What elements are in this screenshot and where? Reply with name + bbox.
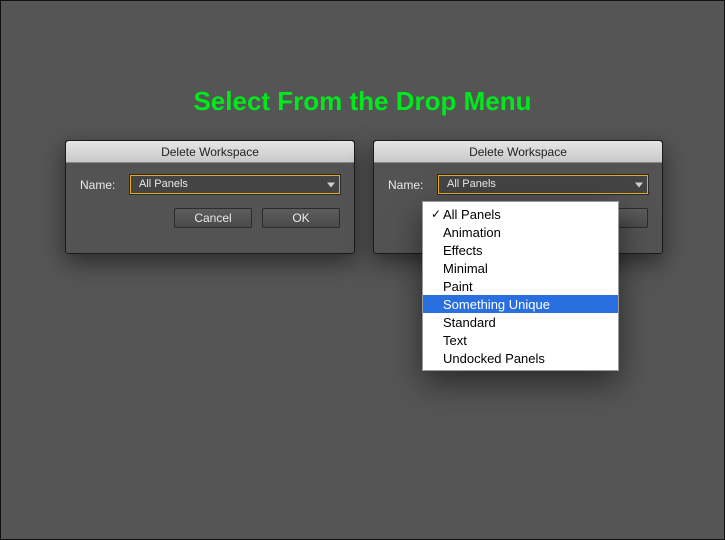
- dialog-title: Delete Workspace: [66, 141, 354, 163]
- dialog-buttons: Cancel OK: [80, 208, 340, 228]
- dropdown-item-label: Undocked Panels: [443, 351, 608, 366]
- dropdown-item[interactable]: Effects: [423, 241, 618, 259]
- dropdown-item-label: Effects: [443, 243, 608, 258]
- workspace-select-value: All Panels: [447, 178, 496, 190]
- page-heading: Select From the Drop Menu: [1, 86, 724, 117]
- dropdown-item[interactable]: Text: [423, 331, 618, 349]
- name-row: Name: All Panels: [388, 175, 648, 194]
- name-label: Name:: [388, 178, 426, 192]
- dropdown-item[interactable]: Undocked Panels: [423, 349, 618, 367]
- workspace-dropdown[interactable]: ✓All Panels Animation Effects Minimal Paint S…: [422, 201, 619, 371]
- dropdown-item[interactable]: Minimal: [423, 259, 618, 277]
- dropdown-item[interactable]: Paint: [423, 277, 618, 295]
- dropdown-item-label: Paint: [443, 279, 608, 294]
- ok-button[interactable]: OK: [262, 208, 340, 228]
- dropdown-item-label: Animation: [443, 225, 608, 240]
- dialog-body: Name: All Panels Cancel OK: [66, 163, 354, 238]
- cancel-button[interactable]: Cancel: [174, 208, 252, 228]
- dropdown-item-label: All Panels: [443, 207, 608, 222]
- name-label: Name:: [80, 178, 118, 192]
- checkmark-icon: ✓: [429, 207, 443, 221]
- dropdown-item[interactable]: Animation: [423, 223, 618, 241]
- workspace-select-value: All Panels: [139, 178, 188, 190]
- dialog-title: Delete Workspace: [374, 141, 662, 163]
- dropdown-item[interactable]: Something Unique: [423, 295, 618, 313]
- dropdown-item-label: Text: [443, 333, 608, 348]
- dropdown-item-label: Minimal: [443, 261, 608, 276]
- name-row: Name: All Panels: [80, 175, 340, 194]
- dropdown-item-label: Standard: [443, 315, 608, 330]
- workspace-select[interactable]: All Panels: [438, 175, 648, 194]
- workspace-select[interactable]: All Panels: [130, 175, 340, 194]
- chevron-down-icon: [327, 182, 335, 187]
- chevron-down-icon: [635, 182, 643, 187]
- delete-workspace-dialog-closed: Delete Workspace Name: All Panels Cancel…: [65, 140, 355, 254]
- dropdown-item[interactable]: ✓All Panels: [423, 205, 618, 223]
- dropdown-item[interactable]: Standard: [423, 313, 618, 331]
- dropdown-item-label: Something Unique: [443, 297, 608, 312]
